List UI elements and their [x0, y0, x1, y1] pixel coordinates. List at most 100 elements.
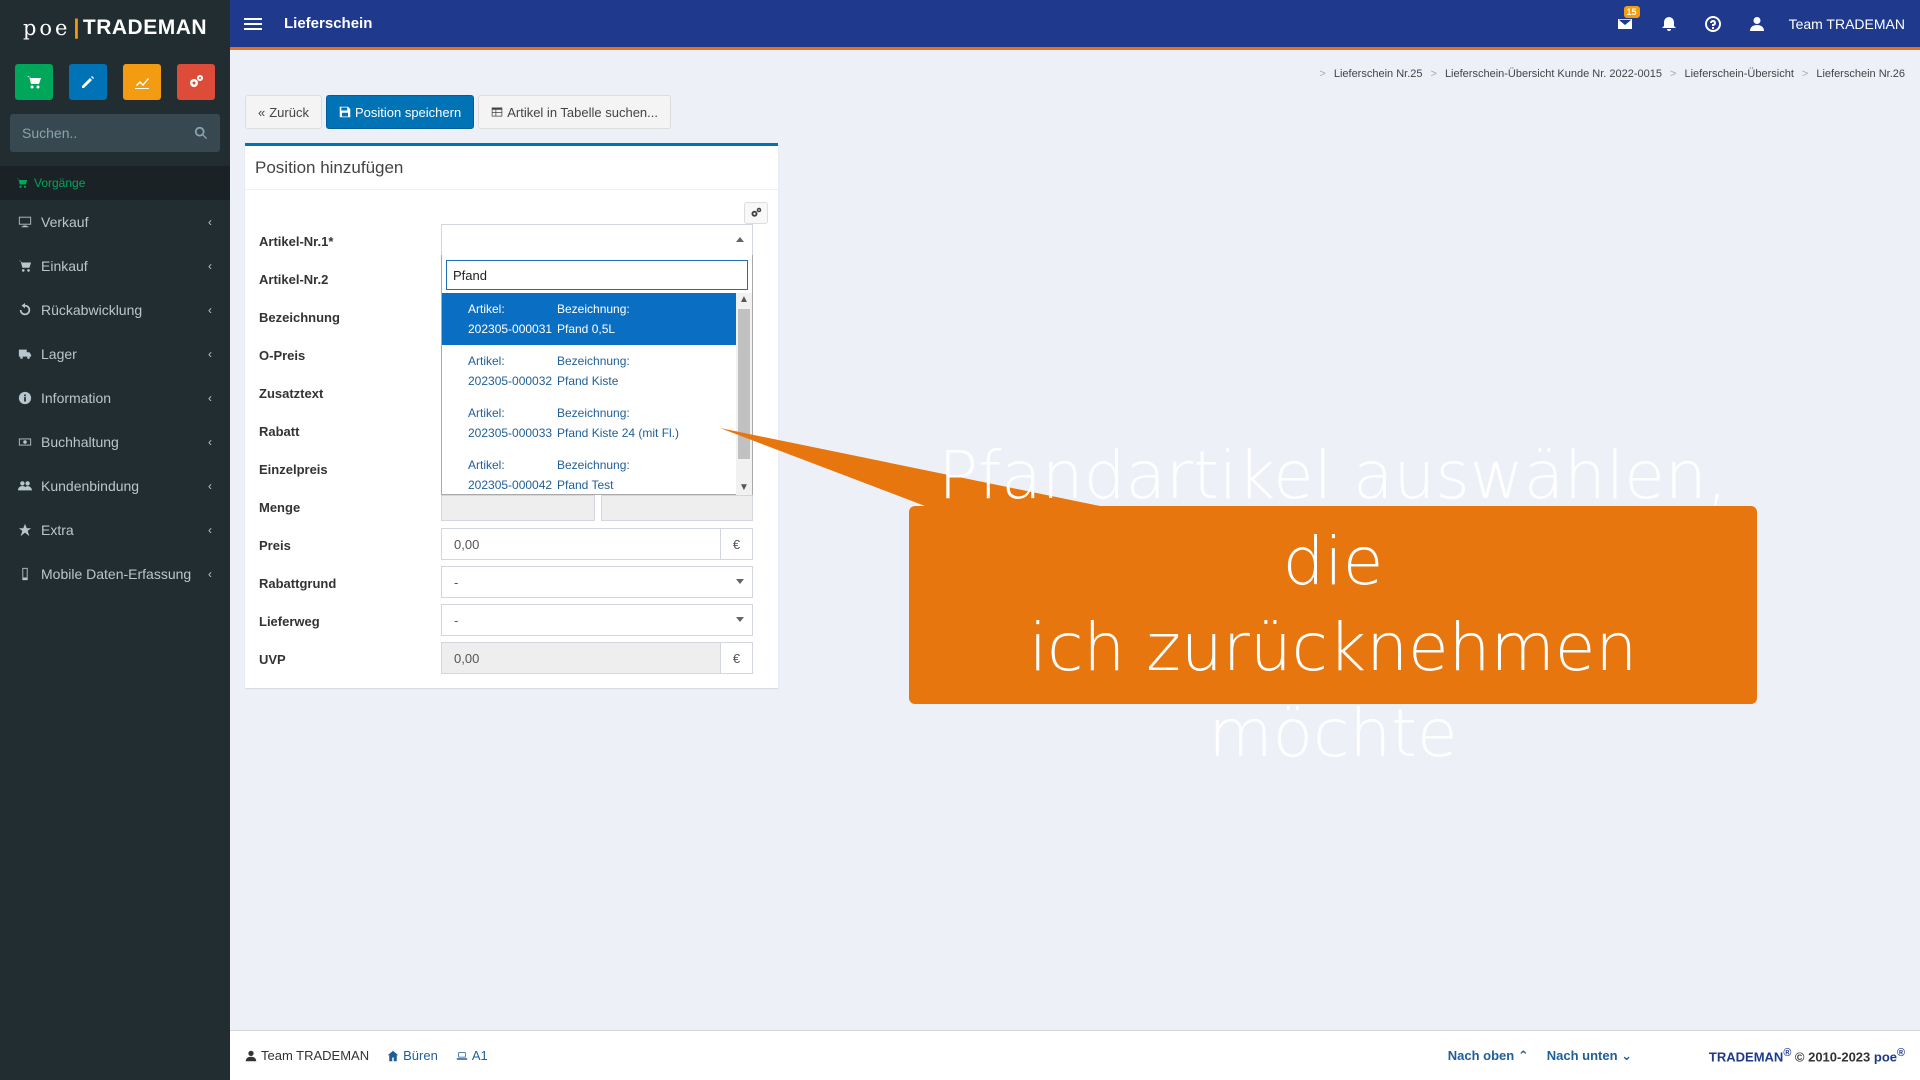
- logo-poe: poe: [22, 16, 71, 40]
- chevron-left-icon: ‹: [208, 215, 212, 229]
- artikel-dropdown: Pfand Artikel: 202305-000031 Bezeichnung:…: [441, 255, 753, 495]
- sidebar-item-information[interactable]: Information ‹: [0, 376, 230, 420]
- breadcrumb-item[interactable]: Lieferschein-Übersicht: [1684, 68, 1793, 80]
- sidebar-item-einkauf[interactable]: Einkauf ‹: [0, 244, 230, 288]
- page-title: Lieferschein: [284, 15, 373, 32]
- rabattgrund-select[interactable]: -: [441, 566, 753, 598]
- user-icon: [245, 1050, 257, 1061]
- label-uvp: UVP: [259, 651, 286, 667]
- preis-input[interactable]: 0,00 €: [441, 528, 753, 560]
- caret-down-icon: [736, 617, 744, 622]
- sidebar-item-extra[interactable]: Extra ‹: [0, 508, 230, 552]
- cart-icon: [27, 76, 41, 89]
- notifications-button[interactable]: [1647, 16, 1691, 32]
- label-lieferweg: Lieferweg: [259, 613, 320, 629]
- breadcrumb-item[interactable]: Lieferschein Nr.25: [1334, 68, 1423, 80]
- cogs-icon: [190, 75, 203, 87]
- dropdown-search-input[interactable]: Pfand: [446, 260, 748, 290]
- label-o-preis: O-Preis: [259, 347, 306, 363]
- app-logo[interactable]: poe | TRADEMAN: [0, 0, 230, 56]
- quick-settings-button[interactable]: [177, 64, 215, 100]
- sidebar-section-header: Vorgänge: [0, 166, 230, 200]
- footer-location-link[interactable]: Büren: [387, 1048, 438, 1063]
- caret-up-icon: [736, 237, 744, 242]
- footer-device-link[interactable]: A1: [456, 1048, 488, 1063]
- back-button[interactable]: « Zurück: [245, 95, 322, 129]
- search-icon[interactable]: [194, 126, 208, 140]
- dropdown-option[interactable]: Artikel: 202305-000033 Bezeichnung: Pfand …: [442, 397, 736, 449]
- desktop-icon: [18, 216, 32, 228]
- search-table-button[interactable]: Artikel in Tabelle suchen...: [478, 95, 671, 129]
- question-circle-icon: [1704, 15, 1721, 32]
- label-menge: Menge: [259, 499, 301, 515]
- menge-unit-input[interactable]: [601, 495, 753, 521]
- sidebar-item-mobile[interactable]: Mobile Daten-Erfassung ‹: [0, 552, 230, 596]
- toolbar: « Zurück Position speichern Artikel in T…: [245, 95, 671, 129]
- label-artikel-nr-2: Artikel-Nr.2: [259, 271, 329, 287]
- messages-button[interactable]: 15: [1603, 5, 1647, 32]
- undo-icon: [19, 303, 31, 316]
- dropdown-results: Artikel: 202305-000031 Bezeichnung: Pfand …: [442, 293, 736, 495]
- menge-input[interactable]: [441, 495, 595, 521]
- currency-addon: €: [720, 529, 752, 559]
- hamburger-menu-icon[interactable]: [244, 17, 262, 30]
- chevron-left-icon: ‹: [208, 435, 212, 449]
- scroll-up-arrow-icon[interactable]: ▲: [736, 293, 752, 307]
- help-button[interactable]: [1691, 15, 1735, 32]
- logo-brand: TRADEMAN: [82, 16, 208, 39]
- sidebar-item-buchhaltung[interactable]: Buchhaltung ‹: [0, 420, 230, 464]
- dropdown-option[interactable]: Artikel: 202305-000042 Bezeichnung: Pfand …: [442, 449, 736, 495]
- floppy-disk-icon: [339, 106, 351, 118]
- pencil-icon: [82, 76, 94, 88]
- info-icon: [18, 391, 32, 405]
- annotation-callout: Pfandartikel auswählen, die ich zurückne…: [909, 437, 1757, 772]
- quick-chart-button[interactable]: [123, 64, 161, 100]
- chevron-left-icon: ‹: [208, 479, 212, 493]
- chevron-left-icon: ‹: [208, 347, 212, 361]
- sidebar-item-verkauf[interactable]: Verkauf ‹: [0, 200, 230, 244]
- sidebar-search-input[interactable]: [22, 125, 172, 141]
- user-name[interactable]: Team TRADEMAN: [1789, 16, 1905, 32]
- quick-cart-button[interactable]: [15, 64, 53, 100]
- scroll-down-arrow-icon[interactable]: ▼: [736, 481, 752, 495]
- sidebar-item-label: Lager: [41, 346, 77, 362]
- laptop-icon: [456, 1051, 468, 1060]
- footer: Team TRADEMAN Büren A1 Nach oben ⌃ Nach …: [230, 1030, 1920, 1080]
- scroll-to-bottom-link[interactable]: Nach unten ⌄: [1547, 1048, 1632, 1064]
- quick-edit-button[interactable]: [69, 64, 107, 100]
- sidebar-item-rueckabwicklung[interactable]: Rückabwicklung ‹: [0, 288, 230, 332]
- sidebar-item-kundenbindung[interactable]: Kundenbindung ‹: [0, 464, 230, 508]
- sidebar-search: [10, 114, 220, 152]
- money-icon: [18, 438, 32, 446]
- user-icon: [1749, 16, 1764, 31]
- bell-icon: [1661, 16, 1676, 31]
- cart-icon: [18, 260, 32, 272]
- mobile-icon: [22, 567, 28, 581]
- user-menu-button[interactable]: [1735, 16, 1779, 32]
- cart-icon: [16, 178, 28, 188]
- scrollbar-thumb[interactable]: [738, 309, 750, 459]
- star-icon: [18, 523, 32, 537]
- lieferweg-select[interactable]: -: [441, 604, 753, 636]
- double-chevron-left-icon: «: [258, 104, 266, 120]
- label-preis: Preis: [259, 537, 291, 553]
- artikel-nr-1-select[interactable]: [441, 224, 753, 256]
- form-settings-button[interactable]: [744, 202, 768, 224]
- sidebar-item-lager[interactable]: Lager ‹: [0, 332, 230, 376]
- dropdown-option[interactable]: Artikel: 202305-000031 Bezeichnung: Pfand …: [442, 293, 736, 345]
- sidebar-menu: Verkauf ‹ Einkauf ‹ Rückabwicklung ‹ Lag…: [0, 200, 230, 596]
- breadcrumb-item[interactable]: Lieferschein-Übersicht Kunde Nr. 2022-00…: [1445, 68, 1662, 80]
- sidebar-item-label: Extra: [41, 522, 74, 538]
- save-position-button[interactable]: Position speichern: [325, 95, 475, 129]
- dropdown-scrollbar[interactable]: ▲ ▼: [736, 293, 752, 495]
- chevron-left-icon: ‹: [208, 259, 212, 273]
- scroll-to-top-link[interactable]: Nach oben ⌃: [1448, 1048, 1529, 1064]
- breadcrumb: > Lieferschein Nr.25 > Lieferschein-Über…: [1319, 68, 1905, 80]
- sidebar-item-label: Information: [41, 390, 112, 406]
- sidebar-item-label: Rückabwicklung: [41, 302, 143, 318]
- caret-down-icon: [736, 579, 744, 584]
- dropdown-option[interactable]: Artikel: 202305-000032 Bezeichnung: Pfand …: [442, 345, 736, 397]
- footer-user: Team TRADEMAN: [245, 1048, 369, 1063]
- label-rabatt: Rabatt: [259, 423, 300, 439]
- quick-buttons: [0, 60, 230, 102]
